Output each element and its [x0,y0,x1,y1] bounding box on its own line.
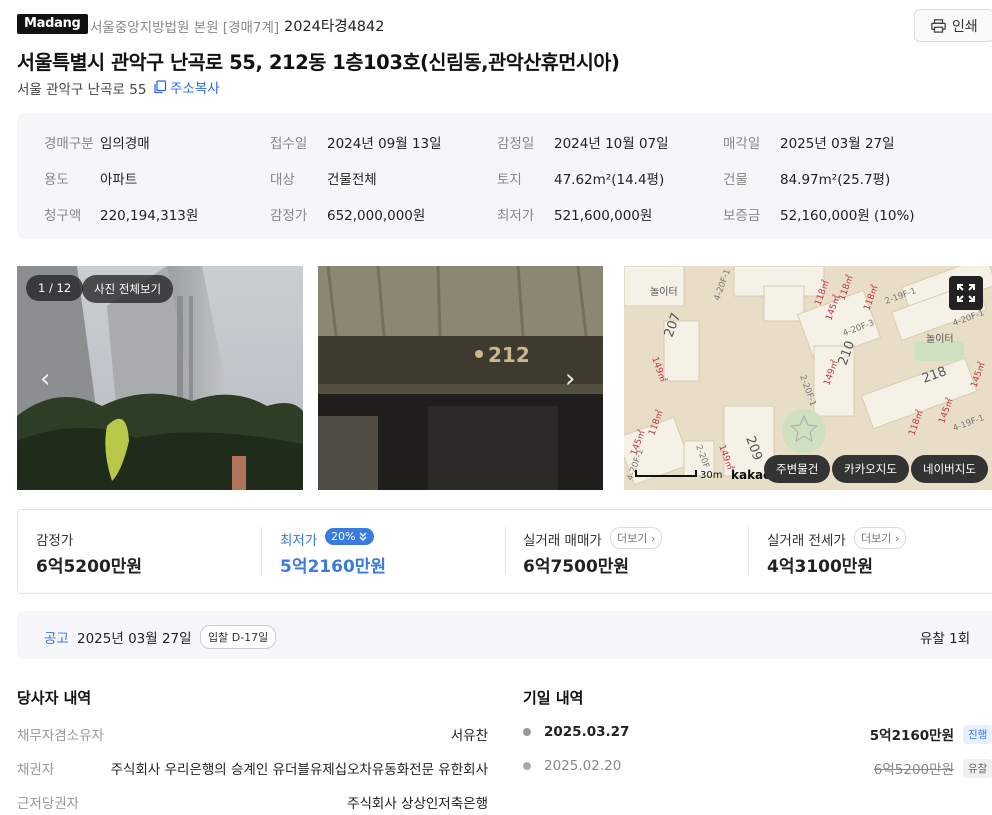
party-value: 주식회사 우리은행의 승계인 유더블유제십오차유동화전문 유한회사 [110,762,488,778]
copy-address-button[interactable]: 주소복사 [153,77,220,97]
appraisal-label: 감정가 [36,533,74,549]
party-value: 주식회사 상상인저축은행 [347,796,488,812]
party-label: 채무자겸소유자 [17,728,104,744]
sale-price-label: 실거래 매매가 [523,533,602,549]
info-label: 대상 [270,172,295,188]
info-label: 최저가 [497,208,535,224]
more-label: 더보기 [861,532,892,545]
brand-logo[interactable]: Madang [17,14,88,34]
notice-date: 2025년 03월 27일 [77,631,192,647]
kakao-map-button[interactable]: 카카오지도 [832,455,909,483]
map-label: 놀이터 [650,286,678,298]
party-label: 채권자 [17,762,55,778]
divider [505,527,506,575]
status-badge: 유찰 [963,759,992,778]
info-value: 아파트 [100,172,138,188]
schedule-price: 5억2160만원 [869,728,954,744]
info-value: 임의경매 [100,136,150,152]
view-all-photos-button[interactable]: 사진 전체보기 [82,275,174,303]
info-value: 2025년 03월 27일 [780,136,895,152]
map-label: 놀이터 [926,333,954,345]
info-value: 건물전체 [327,172,377,188]
info-label: 접수일 [270,136,308,152]
info-value: 2024년 09월 13일 [327,136,442,152]
page-title: 서울특별시 관악구 난곡로 55, 212동 1층103호(신림동,관악산휴먼시… [17,51,620,74]
divider [748,527,749,575]
parties-title: 당사자 내역 [17,689,92,707]
case-number: 2024타경4842 [284,19,385,35]
info-label: 용도 [44,172,69,188]
info-label: 매각일 [723,136,761,152]
schedule-date: 2025.03.27 [544,724,630,740]
discount-rate: 20% [331,530,356,543]
party-label: 근저당권자 [17,796,80,812]
info-label: 보증금 [723,208,761,224]
schedule-dot [523,728,531,736]
building-number-sign: 212 [488,343,530,367]
info-value: 2024년 10월 07일 [554,136,669,152]
court-name: 서울중앙지방법원 본원 [경매7계] [90,20,280,36]
info-value: 52,160,000원 (10%) [780,208,915,224]
print-button[interactable]: 인쇄 [914,9,992,42]
map-fullscreen-button[interactable] [949,276,983,310]
minimum-price-value: 5억2160만원 [280,557,387,577]
print-label: 인쇄 [952,18,978,35]
info-value: 652,000,000원 [327,208,426,224]
jeonse-more-button[interactable]: 더보기 › [854,527,907,549]
road-address: 서울 관악구 난곡로 55 [17,82,147,98]
jeonse-price-label: 실거래 전세가 [767,533,846,549]
info-label: 청구액 [44,208,82,224]
copy-icon [154,80,167,94]
schedule-title: 기일 내역 [523,689,584,707]
notice-label: 공고 [44,631,69,647]
minimum-price-label: 최저가 [280,533,318,549]
discount-badge: 20% [325,528,375,545]
info-value: 47.62m²(14.4평) [554,172,665,188]
info-value: 521,600,000원 [554,208,653,224]
next-photo-icon[interactable]: › [565,364,575,394]
info-label: 감정가 [270,208,308,224]
sale-price-value: 6억7500만원 [523,557,630,577]
status-badge: 진행 [963,725,992,744]
divider [261,527,262,575]
bid-dday-badge: 입찰 D-17일 [200,625,277,649]
nearby-items-button[interactable]: 주변물건 [764,455,831,483]
entrance-photo-image: 212 [318,266,603,490]
prev-photo-icon[interactable]: ‹ [40,364,50,394]
info-label: 건물 [723,172,748,188]
info-value: 84.97m²(25.7평) [780,172,891,188]
photo-entrance[interactable]: 212 [318,266,603,490]
info-label: 경매구분 [44,136,94,152]
appraisal-value: 6억5200만원 [36,557,143,577]
naver-map-button[interactable]: 네이버지도 [911,455,988,483]
jeonse-price-value: 4억3100만원 [767,557,874,577]
printer-icon [931,18,946,33]
info-value: 220,194,313원 [100,208,199,224]
party-value: 서유찬 [450,728,488,744]
schedule-price: 6억5200만원 [873,762,954,778]
info-label: 토지 [497,172,522,188]
schedule-dot [523,762,531,770]
expand-icon [957,284,975,302]
info-label: 감정일 [497,136,535,152]
svg-text:30m: 30m [700,470,722,481]
copy-address-label: 주소복사 [170,81,220,97]
fail-count: 유찰 1회 [920,631,971,647]
double-chevron-down-icon [359,531,367,541]
photo-counter: 1 / 12 [26,275,84,301]
schedule-date: 2025.02.20 [544,758,622,774]
sale-more-button[interactable]: 더보기 › [610,527,663,549]
more-label: 더보기 [617,532,648,545]
